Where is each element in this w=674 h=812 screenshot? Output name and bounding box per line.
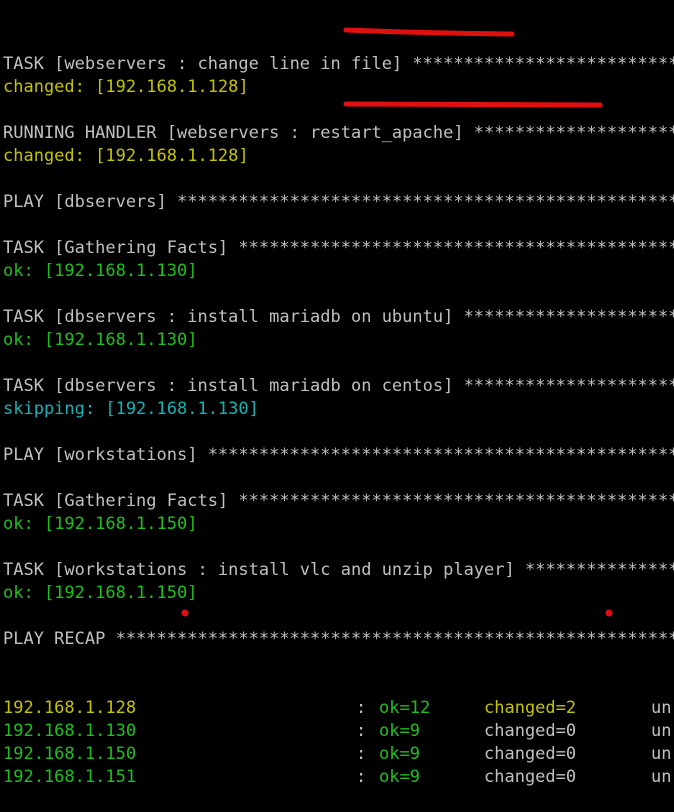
recap-changed: changed=0 [484,767,577,787]
recap-row: 192.168.1.128: ok=12 changed=2 un [3,697,674,720]
recap-ok: ok=12 [379,698,431,718]
log-line: TASK [webservers : change line in file] … [3,54,674,74]
log-lines: TASK [webservers : change line in file] … [3,53,674,651]
log-line: changed: [192.168.1.128] [3,146,249,166]
log-line: ok: [192.168.1.130] [3,261,198,281]
recap-colon: : [356,744,367,764]
recap-unreachable: un [651,744,672,764]
play-recap-table: 192.168.1.128: ok=12 changed=2 un 192.168.1.… [3,697,674,789]
log-line: TASK [dbservers : install mariadb on ubu… [3,307,674,327]
recap-host: 192.168.1.151 [3,767,137,787]
recap-ok: ok=9 [379,767,420,787]
log-line: ok: [192.168.1.150] [3,514,198,534]
log-line: skipping: [192.168.1.130] [3,399,259,419]
recap-host: 192.168.1.150 [3,744,137,764]
log-line: ok: [192.168.1.150] [3,583,198,603]
recap-ok: ok=9 [379,744,420,764]
recap-unreachable: un [651,721,672,741]
log-line: PLAY [dbservers] ***********************… [3,192,674,212]
recap-row: 192.168.1.150: ok=9 changed=0 un [3,743,674,766]
recap-changed: changed=0 [484,744,577,764]
recap-unreachable: un [651,767,672,787]
log-line: PLAY [workstations] ********************… [3,445,674,465]
log-line: ok: [192.168.1.130] [3,330,198,350]
terminal-output[interactable]: TASK [webservers : change line in file] … [3,7,674,812]
recap-ok: ok=9 [379,721,420,741]
recap-host: 192.168.1.130 [3,721,137,741]
log-line: RUNNING HANDLER [webservers : restart_ap… [3,123,674,143]
log-line: changed: [192.168.1.128] [3,77,249,97]
log-line: TASK [dbservers : install mariadb on cen… [3,376,674,396]
recap-colon: : [356,767,367,787]
log-line: TASK [Gathering Facts] *****************… [3,491,674,511]
recap-host: 192.168.1.128 [3,698,137,718]
recap-colon: : [356,698,367,718]
log-line: TASK [Gathering Facts] *****************… [3,238,674,258]
recap-colon: : [356,721,367,741]
recap-unreachable: un [651,698,672,718]
log-line: PLAY RECAP *****************************… [3,629,674,649]
log-line: TASK [workstations : install vlc and unz… [3,560,674,580]
recap-row: 192.168.1.130: ok=9 changed=0 un [3,720,674,743]
recap-changed: changed=0 [484,721,577,741]
recap-row: 192.168.1.151: ok=9 changed=0 un [3,766,674,789]
recap-changed: changed=2 [484,698,577,718]
